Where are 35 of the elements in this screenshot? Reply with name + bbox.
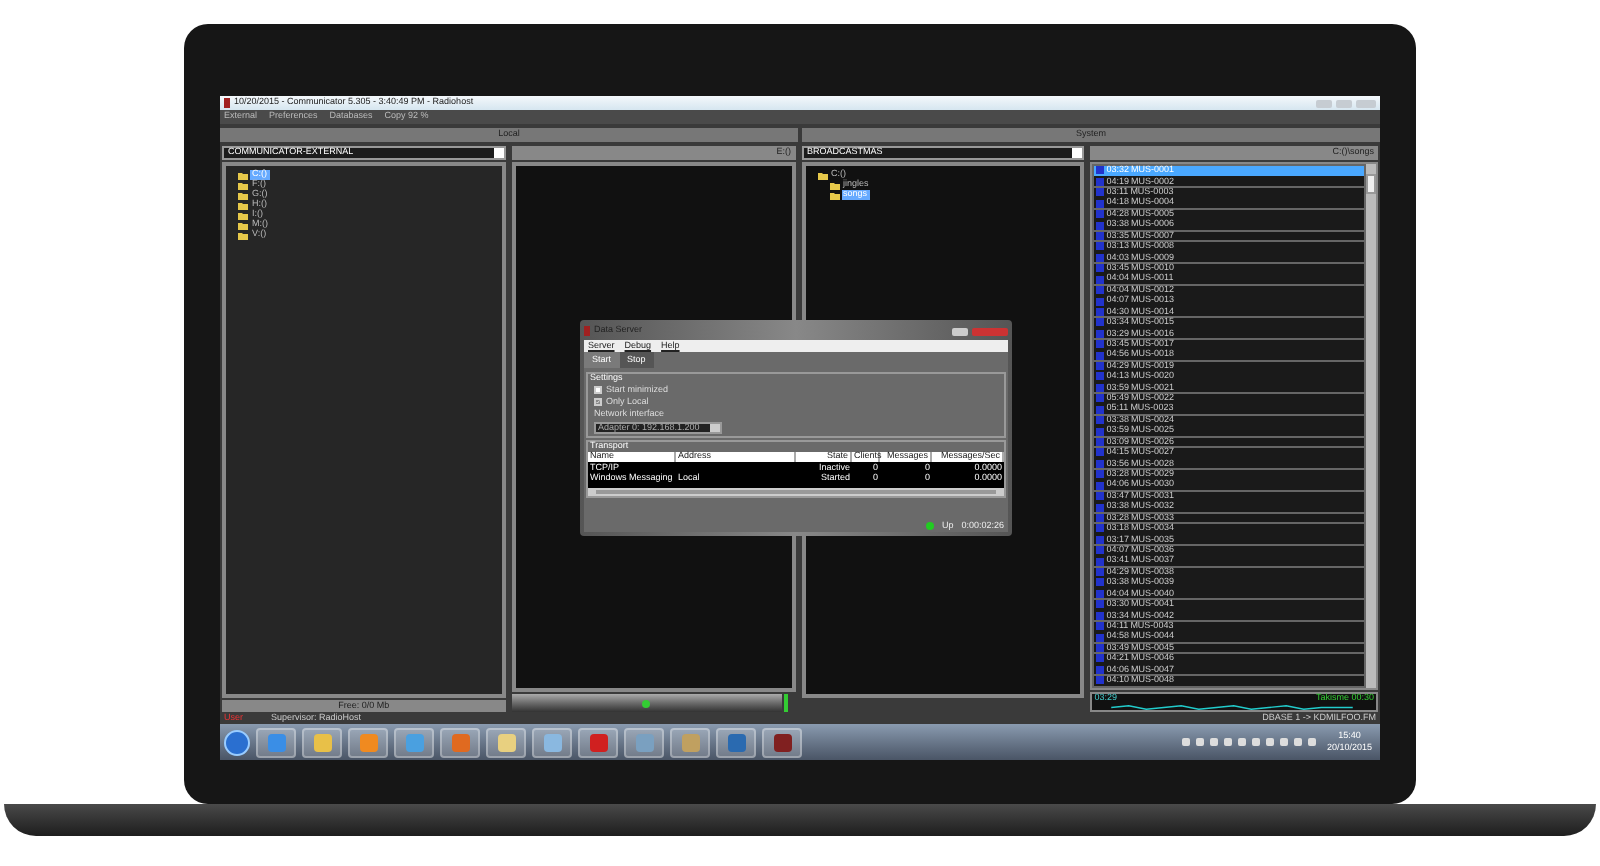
scrollbar-thumb[interactable] xyxy=(596,489,996,493)
app-icon xyxy=(359,733,377,751)
app-icon xyxy=(224,98,230,108)
taskbar-app-button[interactable] xyxy=(762,727,802,757)
taskbar-app-button[interactable] xyxy=(394,727,434,757)
app-icon xyxy=(727,733,745,751)
taskbar-app-button[interactable] xyxy=(302,727,342,757)
app-icon xyxy=(589,733,607,751)
app-icon xyxy=(681,733,699,751)
app-icon xyxy=(584,326,590,336)
app-icon xyxy=(313,733,331,751)
minimize-button[interactable] xyxy=(952,327,968,335)
app-icon xyxy=(773,733,791,751)
taskbar-app-button[interactable] xyxy=(348,727,388,757)
scrollbar[interactable] xyxy=(1365,164,1376,688)
taskbar-app-button[interactable] xyxy=(532,727,572,757)
checkbox[interactable] xyxy=(594,386,602,395)
app-icon xyxy=(267,733,285,751)
taskbar-app-button[interactable] xyxy=(440,727,480,757)
taskbar-app-button[interactable] xyxy=(256,727,296,757)
app-icon xyxy=(543,733,561,751)
taskbar-app-button[interactable] xyxy=(624,727,664,757)
play-bar[interactable] xyxy=(511,694,781,712)
checkbox[interactable] xyxy=(594,398,602,407)
scrollbar-thumb[interactable] xyxy=(1365,174,1376,194)
app-icon xyxy=(635,733,653,751)
taskbar-app-button[interactable] xyxy=(486,727,526,757)
horizontal-scrollbar[interactable] xyxy=(588,487,1004,495)
taskbar-app-button[interactable] xyxy=(716,727,756,757)
app-icon xyxy=(497,733,515,751)
start-button[interactable] xyxy=(224,729,250,755)
taskbar-app-button[interactable] xyxy=(578,727,618,757)
app-icon xyxy=(405,733,423,751)
app-icon xyxy=(451,733,469,751)
taskbar-app-button[interactable] xyxy=(670,727,710,757)
